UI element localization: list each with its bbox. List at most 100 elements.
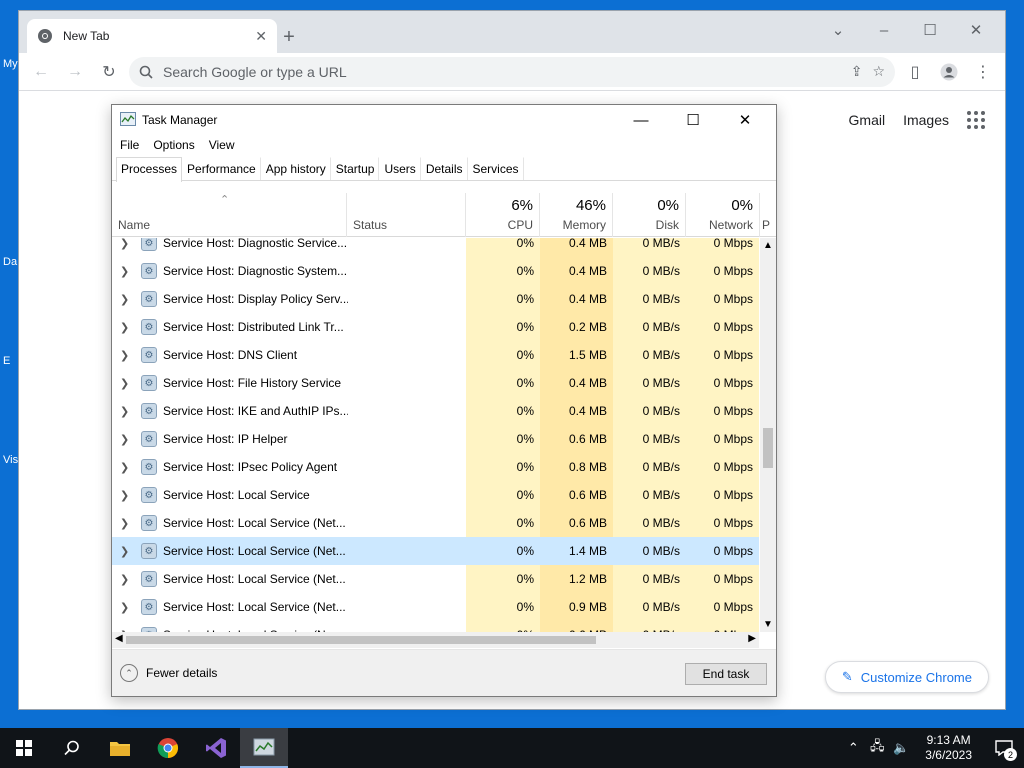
minimize-button[interactable]: – xyxy=(861,15,907,45)
vertical-scroll-thumb[interactable] xyxy=(763,428,773,468)
scroll-left-icon[interactable]: ◀ xyxy=(115,633,123,644)
process-row[interactable]: ❯ ⚙ Service Host: File History Service 0% 0.… xyxy=(112,369,759,397)
volume-icon[interactable]: 🔈 xyxy=(889,740,913,756)
process-row[interactable]: ❯ ⚙ Service Host: IKE and AuthIP IPs... 0% 0… xyxy=(112,397,759,425)
maximize-button[interactable]: ☐ xyxy=(907,15,953,45)
file-explorer-button[interactable] xyxy=(96,728,144,768)
forward-icon[interactable]: → xyxy=(61,58,89,86)
omnibox[interactable]: Search Google or type a URL ⇪ ☆ xyxy=(129,56,895,87)
process-row[interactable]: ❯ ⚙ Service Host: Display Policy Serv... 0%… xyxy=(112,285,759,313)
expand-chevron-icon[interactable]: ❯ xyxy=(120,601,130,614)
bookmark-star-icon[interactable]: ☆ xyxy=(872,63,885,80)
process-memory: 1.2 MB xyxy=(540,565,613,593)
process-row[interactable]: ❯ ⚙ Service Host: Distributed Link Tr... 0%… xyxy=(112,313,759,341)
expand-chevron-icon[interactable]: ❯ xyxy=(120,489,130,502)
expand-chevron-icon[interactable]: ❯ xyxy=(120,265,130,278)
images-link[interactable]: Images xyxy=(903,112,949,128)
column-name[interactable]: ⌃ Name xyxy=(112,193,347,237)
visual-studio-button[interactable] xyxy=(192,728,240,768)
process-row[interactable]: ❯ ⚙ Service Host: Local Service 0% 0.6 MB 0 M… xyxy=(112,481,759,509)
clock[interactable]: 9:13 AM 3/6/2023 xyxy=(913,733,984,763)
process-row[interactable]: ❯⚙Service Host: Local Service (Ne...0%0.… xyxy=(112,621,759,632)
process-cpu: 0% xyxy=(466,593,540,621)
expand-chevron-icon[interactable]: ❯ xyxy=(120,377,130,390)
close-button[interactable]: ✕ xyxy=(722,111,768,129)
column-status[interactable]: Status xyxy=(347,193,466,237)
notifications-button[interactable]: 2 xyxy=(984,728,1024,768)
side-panel-icon[interactable]: ▯ xyxy=(901,58,929,86)
scroll-up-icon[interactable]: ▲ xyxy=(760,240,776,251)
process-row[interactable]: ❯ ⚙ Service Host: DNS Client 0% 1.5 MB 0 MB/s… xyxy=(112,341,759,369)
customize-chrome-button[interactable]: ✎ Customize Chrome xyxy=(824,661,989,693)
new-tab-button[interactable]: + xyxy=(277,25,301,49)
menu-file[interactable]: File xyxy=(120,138,139,152)
expand-chevron-icon[interactable]: ❯ xyxy=(120,349,130,362)
task-manager-titlebar[interactable]: Task Manager — ☐ ✕ xyxy=(112,105,776,135)
process-name: Service Host: IKE and AuthIP IPs... xyxy=(163,404,348,418)
process-row[interactable]: ❯ ⚙ Service Host: Local Service (Net... 0% 1… xyxy=(112,565,759,593)
back-icon[interactable]: ← xyxy=(27,58,55,86)
menu-options[interactable]: Options xyxy=(153,138,194,152)
task-manager-taskbar-button[interactable] xyxy=(240,728,288,768)
tab-app-history[interactable]: App history xyxy=(261,157,331,180)
maximize-button[interactable]: ☐ xyxy=(670,111,716,129)
process-name: Service Host: Local Service (Net... xyxy=(163,516,346,530)
process-row[interactable]: ❯ ⚙ Service Host: IPsec Policy Agent 0% 0.8 … xyxy=(112,453,759,481)
column-network[interactable]: 0% Network xyxy=(686,193,760,237)
expand-chevron-icon[interactable]: ❯ xyxy=(120,517,130,530)
expand-chevron-icon[interactable]: ❯ xyxy=(120,293,130,306)
horizontal-scrollbar[interactable]: ◀ ▶ xyxy=(112,632,759,648)
tab-search-icon[interactable]: ⌄ xyxy=(815,15,861,45)
vertical-scrollbar[interactable]: ▲ ▼ xyxy=(760,238,776,632)
end-task-button[interactable]: End task xyxy=(685,663,767,685)
minimize-button[interactable]: — xyxy=(618,112,664,129)
chrome-taskbar-button[interactable] xyxy=(144,728,192,768)
column-disk[interactable]: 0% Disk xyxy=(613,193,686,237)
process-row[interactable]: ❯ ⚙ Service Host: Local Service (Net... 0% 1… xyxy=(112,537,759,565)
process-network: 0 Mbps xyxy=(686,369,759,397)
browser-tab[interactable]: New Tab ✕ xyxy=(27,19,277,53)
menu-kebab-icon[interactable]: ⋮ xyxy=(969,58,997,86)
menu-view[interactable]: View xyxy=(209,138,235,152)
process-row[interactable]: ❯ ⚙ Service Host: Local Service (Net... 0% 0… xyxy=(112,509,759,537)
apps-grid-icon[interactable] xyxy=(967,111,985,129)
expand-chevron-icon[interactable]: ❯ xyxy=(120,545,130,558)
tab-startup[interactable]: Startup xyxy=(331,157,380,180)
expand-chevron-icon[interactable]: ❯ xyxy=(120,405,130,418)
expand-chevron-icon[interactable]: ❯ xyxy=(120,321,130,334)
scroll-down-icon[interactable]: ▼ xyxy=(760,619,776,630)
chevron-up-icon[interactable]: ⌃ xyxy=(841,740,865,756)
column-memory[interactable]: 46% Memory xyxy=(540,193,613,237)
tab-services[interactable]: Services xyxy=(468,157,524,180)
expand-chevron-icon[interactable]: ❯ xyxy=(120,461,130,474)
close-button[interactable]: ✕ xyxy=(953,15,999,45)
tab-details[interactable]: Details xyxy=(421,157,468,180)
process-memory: 0.6 MB xyxy=(540,621,613,632)
close-tab-icon[interactable]: ✕ xyxy=(255,28,267,45)
search-button[interactable] xyxy=(48,728,96,768)
tab-processes[interactable]: Processes xyxy=(116,157,183,182)
expand-chevron-icon[interactable]: ❯ xyxy=(120,573,130,586)
tab-performance[interactable]: Performance xyxy=(182,157,261,180)
process-row[interactable]: ❯ ⚙ Service Host: Diagnostic System... 0% 0.… xyxy=(112,257,759,285)
column-power[interactable]: P xyxy=(760,193,776,237)
fewer-details-button[interactable]: ⌃ Fewer details xyxy=(120,664,217,682)
tab-users[interactable]: Users xyxy=(379,157,421,180)
expand-chevron-icon[interactable]: ❯ xyxy=(120,238,130,250)
profile-avatar-icon[interactable] xyxy=(935,58,963,86)
scroll-right-icon[interactable]: ▶ xyxy=(748,633,756,644)
reload-icon[interactable]: ↻ xyxy=(95,58,123,86)
desktop-label: E xyxy=(3,355,11,367)
expand-chevron-icon[interactable]: ❯ xyxy=(120,433,130,446)
process-row[interactable]: ❯ ⚙ Service Host: Diagnostic Service... 0% 0… xyxy=(112,238,759,257)
share-icon[interactable]: ⇪ xyxy=(851,63,863,80)
network-icon[interactable]: 🖧 xyxy=(865,737,889,759)
start-button[interactable] xyxy=(0,728,48,768)
gmail-link[interactable]: Gmail xyxy=(849,112,886,128)
process-name: Service Host: Diagnostic System... xyxy=(163,264,348,278)
horizontal-scroll-thumb[interactable] xyxy=(126,636,596,644)
process-row[interactable]: ❯ ⚙ Service Host: IP Helper 0% 0.6 MB 0 MB/s 0… xyxy=(112,425,759,453)
process-row[interactable]: ❯ ⚙ Service Host: Local Service (Net... 0% 0… xyxy=(112,593,759,621)
process-cpu: 0% xyxy=(466,313,540,341)
column-cpu[interactable]: 6% CPU xyxy=(466,193,540,237)
